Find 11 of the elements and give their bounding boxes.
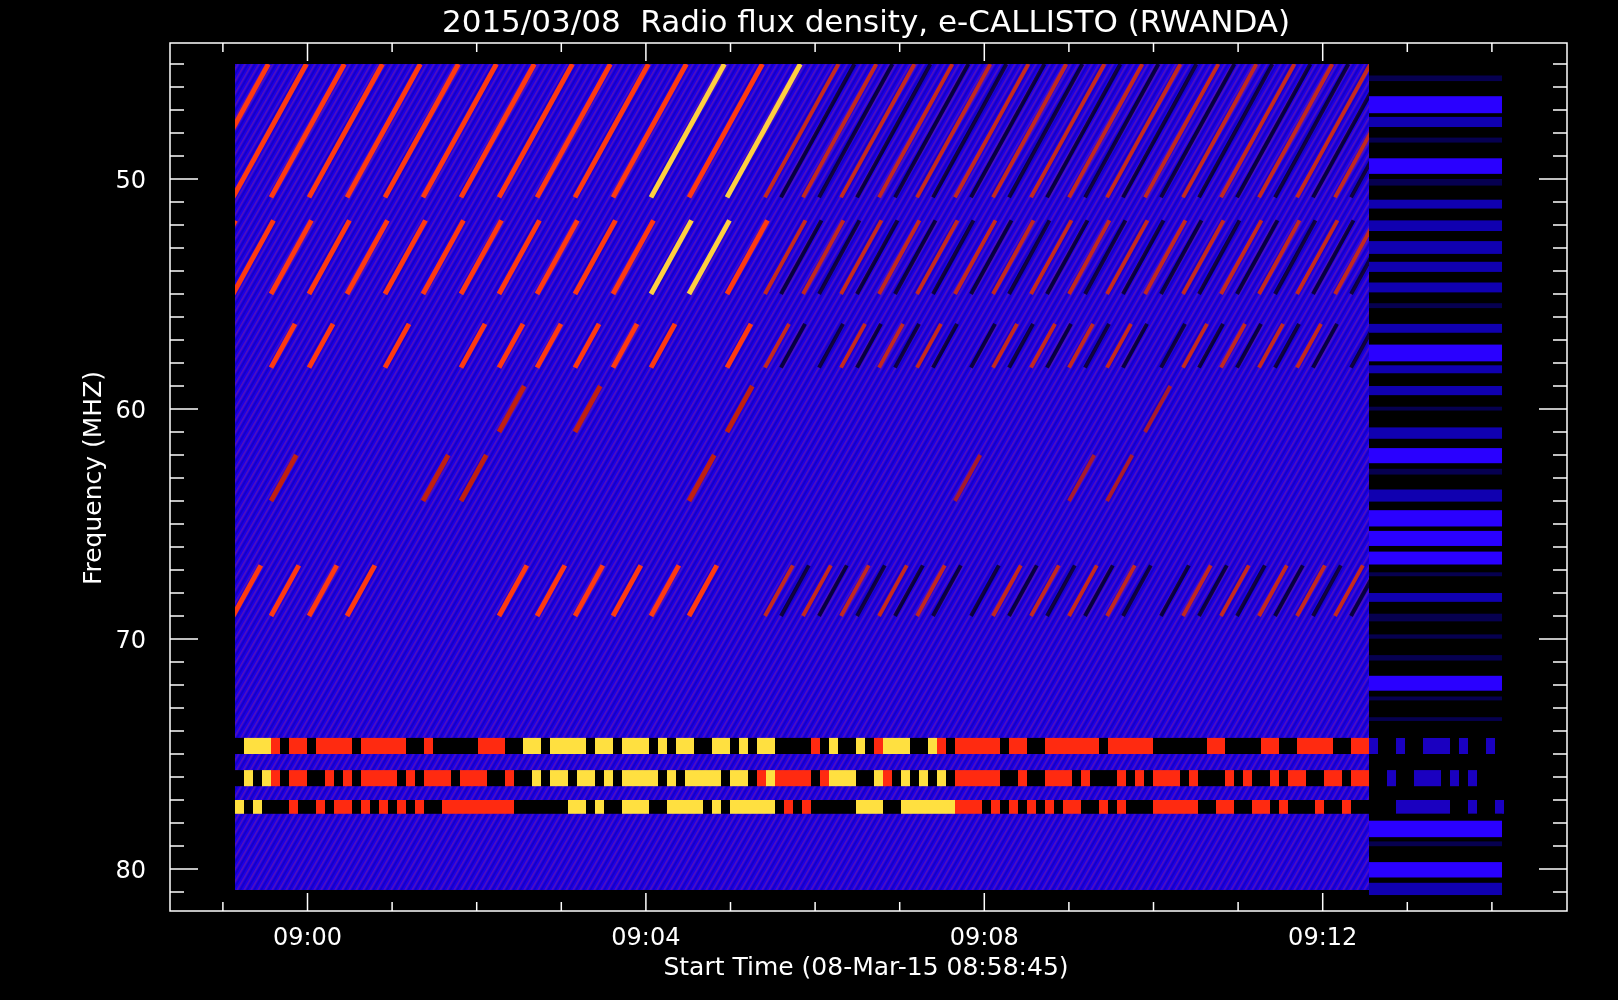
tick-label: 09:04 — [611, 923, 681, 951]
tick-label: 09:08 — [949, 923, 1019, 951]
tick-label: 09:12 — [1288, 923, 1358, 951]
tick-label: 80 — [115, 856, 146, 884]
tick-label: 09:00 — [272, 923, 343, 951]
axis-label: Frequency (MHZ) — [78, 370, 107, 586]
tick-label: 60 — [115, 396, 146, 424]
chart-title: 2015/03/08 Radio flux density, e-CALLISTO (RWANDA) — [441, 3, 1291, 39]
tick-label: 50 — [115, 166, 146, 194]
tick-label: 70 — [115, 626, 146, 654]
axis-label: Start Time (08-Mar-15 08:58:45) — [663, 952, 1069, 981]
